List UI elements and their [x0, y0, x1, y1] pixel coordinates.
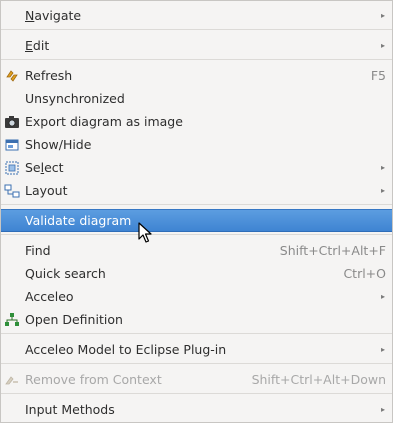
menu-separator — [1, 363, 392, 364]
menu-item-acceleo[interactable]: Acceleo ▸ — [1, 285, 392, 308]
refresh-icon — [4, 68, 20, 84]
menu-item-input-methods[interactable]: Input Methods ▸ — [1, 398, 392, 421]
menu-item-label: Acceleo — [25, 289, 74, 304]
menu-item-label: Show/Hide — [25, 137, 92, 152]
hierarchy-icon — [4, 312, 20, 328]
show-hide-icon — [4, 137, 20, 153]
menu-item-label: Quick search — [25, 266, 106, 281]
mouse-cursor-icon — [138, 222, 152, 243]
menu-separator — [1, 333, 392, 334]
menu-item-label: Find — [25, 243, 51, 258]
menu-separator — [1, 393, 392, 394]
menu-item-label: Layout — [25, 183, 68, 198]
shortcut-text: F5 — [370, 68, 386, 83]
layout-icon — [4, 183, 20, 199]
menu-item-quick-search[interactable]: Quick search Ctrl+O — [1, 262, 392, 285]
menu-separator — [1, 29, 392, 30]
menu-separator — [1, 204, 392, 205]
menu-item-label: Refresh — [25, 68, 73, 83]
menu-item-open-definition[interactable]: Open Definition — [1, 308, 392, 331]
chevron-right-icon: ▸ — [380, 163, 385, 172]
chevron-right-icon: ▸ — [380, 345, 385, 354]
menu-item-unsynchronized[interactable]: Unsynchronized — [1, 87, 392, 110]
menu-item-label: Export diagram as image — [25, 114, 183, 129]
menu-item-label: Input Methods — [25, 402, 115, 417]
menu-item-select[interactable]: Select ▸ — [1, 156, 392, 179]
menu-item-label: Acceleo Model to Eclipse Plug-in — [25, 342, 227, 357]
shortcut-text: Shift+Ctrl+Alt+F — [279, 243, 386, 258]
menu-item-remove-from-context: Remove from Context Shift+Ctrl+Alt+Down — [1, 368, 392, 391]
menu-item-label: Unsynchronized — [25, 91, 125, 106]
chevron-right-icon: ▸ — [380, 292, 385, 301]
menu-item-label: Validate diagram — [25, 213, 132, 228]
remove-context-icon — [4, 372, 20, 388]
menu-item-find[interactable]: Find Shift+Ctrl+Alt+F — [1, 239, 392, 262]
menu-item-label: Edit — [25, 38, 50, 53]
chevron-right-icon: ▸ — [380, 186, 385, 195]
menu-item-label: Remove from Context — [25, 372, 162, 387]
chevron-right-icon: ▸ — [380, 405, 385, 414]
chevron-right-icon: ▸ — [380, 11, 385, 20]
shortcut-text: Shift+Ctrl+Alt+Down — [251, 372, 386, 387]
menu-item-label: Open Definition — [25, 312, 123, 327]
menu-separator — [1, 234, 392, 235]
menu-item-acceleo-model-to-plugin[interactable]: Acceleo Model to Eclipse Plug-in ▸ — [1, 338, 392, 361]
menu-item-label: Select — [25, 160, 64, 175]
menu-item-refresh[interactable]: Refresh F5 — [1, 64, 392, 87]
select-icon — [4, 160, 20, 176]
menu-item-layout[interactable]: Layout ▸ — [1, 179, 392, 202]
menu-item-navigate[interactable]: Navigate ▸ — [1, 4, 392, 27]
menu-separator — [1, 59, 392, 60]
menu-item-label: Navigate — [25, 8, 82, 23]
chevron-right-icon: ▸ — [380, 41, 385, 50]
menu-item-edit[interactable]: Edit ▸ — [1, 34, 392, 57]
camera-icon — [4, 114, 20, 130]
menu-item-validate-diagram[interactable]: Validate diagram — [1, 209, 392, 232]
context-menu: Navigate ▸ Edit ▸ Refresh F5 Unsynchroni… — [0, 0, 393, 423]
menu-item-show-hide[interactable]: Show/Hide — [1, 133, 392, 156]
shortcut-text: Ctrl+O — [343, 266, 386, 281]
menu-item-export-diagram[interactable]: Export diagram as image — [1, 110, 392, 133]
